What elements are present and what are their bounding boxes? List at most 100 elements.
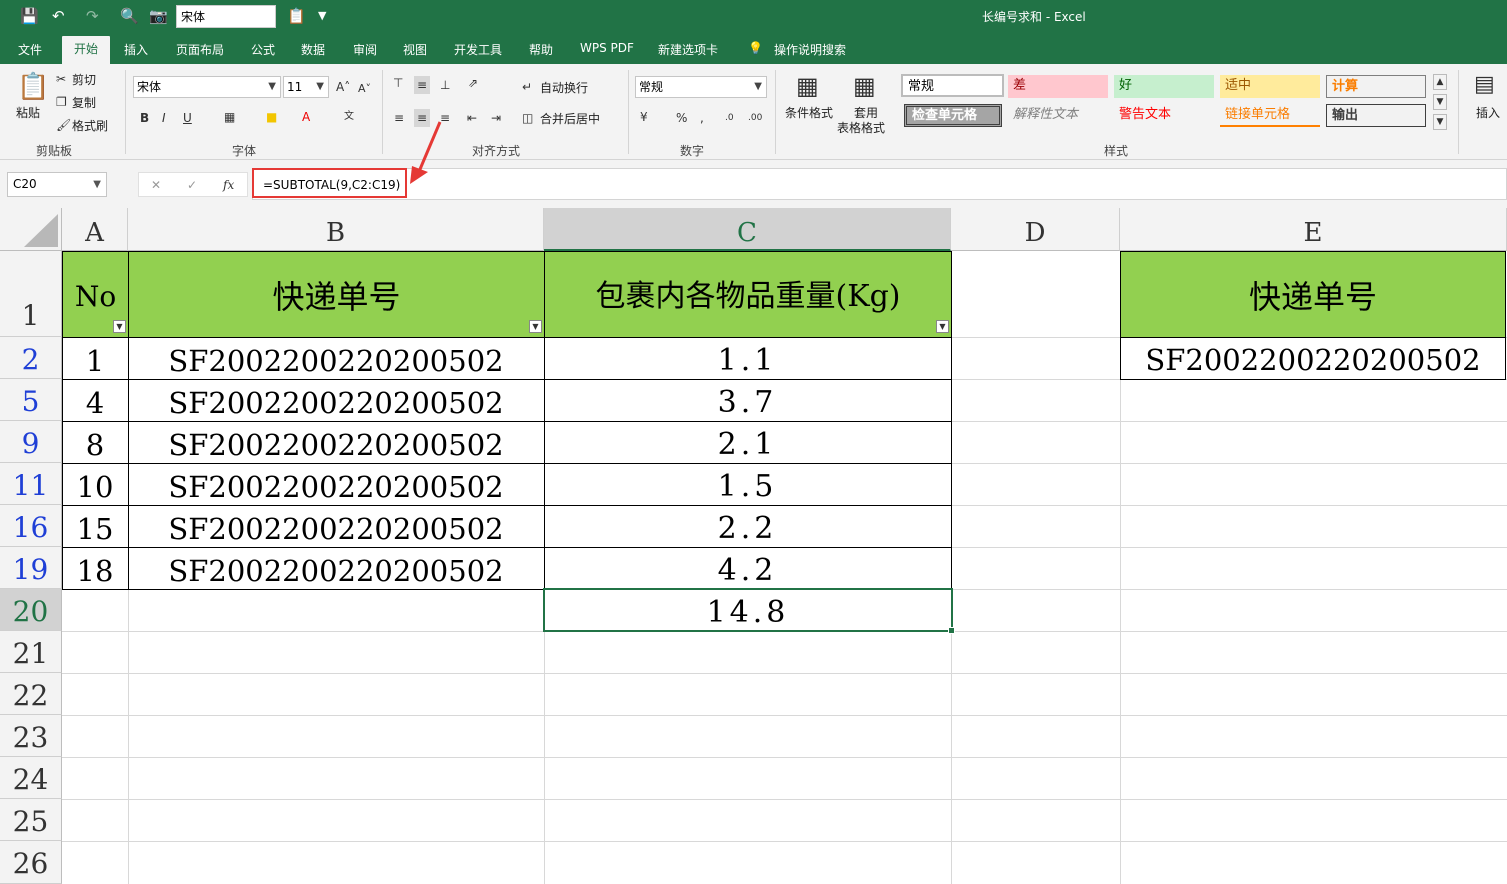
save-icon[interactable]: 💾 [20, 6, 39, 26]
align-middle-icon[interactable]: ≡ [414, 76, 431, 94]
increase-indent-icon[interactable]: ⇥ [491, 111, 501, 125]
style-warning[interactable]: 警告文本 [1114, 104, 1214, 127]
styles-more-icon[interactable]: ▼ [1433, 114, 1447, 130]
cut-icon[interactable]: ✂ [56, 72, 66, 86]
no-cell[interactable]: 1 [62, 337, 128, 379]
comma-icon[interactable]: , [700, 111, 704, 125]
redo-icon[interactable]: ↷ [86, 6, 99, 26]
row-header-11[interactable]: 11 [0, 463, 62, 505]
filter-active-icon[interactable]: ▼ [529, 320, 542, 333]
percent-icon[interactable]: % [676, 111, 687, 125]
insert-function-icon[interactable]: fx [223, 178, 234, 192]
name-box[interactable]: C20 ▼ [7, 172, 107, 197]
font-color-icon[interactable]: A [302, 110, 310, 124]
tracking-cell[interactable]: SF2002200220200502 [128, 421, 544, 463]
format-painter-icon[interactable]: 🖌 [56, 118, 71, 132]
table-format-icon[interactable]: ▦ [853, 72, 876, 100]
weight-cell[interactable]: 2.2 [544, 505, 951, 547]
copy-icon[interactable]: ❐ [56, 95, 67, 109]
total-cell-c20[interactable]: 14.8 [543, 588, 953, 632]
insert-cells-icon[interactable]: ▤ [1474, 72, 1495, 98]
style-check-cell[interactable]: 检查单元格 [904, 104, 1002, 127]
header-cell-tracking[interactable]: 快递单号 [128, 251, 545, 338]
row-header-19[interactable]: 19 [0, 547, 62, 589]
tracking-cell[interactable]: SF2002200220200502 [128, 505, 544, 547]
weight-cell[interactable]: 2.1 [544, 421, 951, 463]
tab-formulas[interactable]: 公式 [251, 41, 275, 58]
border-icon[interactable]: ▦ [224, 110, 235, 124]
row-header-2[interactable]: 2 [0, 337, 62, 379]
underline-button[interactable]: U [183, 111, 192, 125]
currency-icon[interactable]: ¥ [640, 110, 648, 124]
table-format-line1[interactable]: 套用 [854, 106, 878, 120]
camera-icon[interactable]: 📷 [149, 6, 168, 26]
increase-decimal-icon[interactable]: .0 [725, 111, 734, 125]
filter-dropdown-icon[interactable]: ▼ [936, 320, 949, 333]
italic-button[interactable]: I [162, 111, 166, 125]
style-explanatory[interactable]: 解释性文本 [1008, 104, 1108, 127]
e2-cell[interactable]: SF2002200220200502 [1120, 337, 1506, 380]
customize-toolbar-icon[interactable]: ▼ [318, 6, 326, 26]
row-header-16[interactable]: 16 [0, 505, 62, 547]
header-cell-e-tracking[interactable]: 快递单号 [1120, 251, 1506, 338]
row-header-5[interactable]: 5 [0, 379, 62, 421]
tab-data[interactable]: 数据 [301, 41, 325, 58]
row-header-1[interactable]: 1 [0, 251, 62, 337]
row-header-26[interactable]: 26 [0, 841, 62, 884]
tab-view[interactable]: 视图 [403, 41, 427, 58]
wrap-text-icon[interactable]: ↵ [522, 80, 532, 94]
row-header-9[interactable]: 9 [0, 421, 62, 463]
font-name-select[interactable]: 宋体 ▼ [133, 76, 281, 98]
style-good[interactable]: 好 [1114, 75, 1214, 98]
row-header-23[interactable]: 23 [0, 715, 62, 757]
style-bad[interactable]: 差 [1008, 75, 1108, 98]
print-preview-icon[interactable]: 🔍 [120, 6, 139, 26]
phonetic-icon[interactable]: 文 [344, 110, 354, 124]
column-header-b[interactable]: B [128, 208, 544, 251]
paste-icon[interactable]: 📋 [17, 72, 49, 102]
shrink-font-icon[interactable]: A˅ [358, 82, 371, 96]
no-cell[interactable]: 10 [62, 463, 128, 505]
tab-help[interactable]: 帮助 [529, 41, 553, 58]
tab-wps-pdf[interactable]: WPS PDF [580, 41, 634, 55]
column-header-c[interactable]: C [544, 208, 951, 251]
grow-font-icon[interactable]: A˄ [336, 80, 350, 94]
column-header-e[interactable]: E [1120, 208, 1507, 251]
style-linked-cell[interactable]: 链接单元格 [1220, 104, 1320, 127]
style-output[interactable]: 输出 [1326, 104, 1426, 127]
merge-center-button[interactable]: 合并后居中 [540, 112, 600, 126]
tab-home[interactable]: 开始 [62, 36, 111, 64]
header-cell-weight[interactable]: 包裹内各物品重量(Kg) [544, 251, 952, 338]
column-header-d[interactable]: D [951, 208, 1120, 251]
orientation-icon[interactable]: ⇗ [468, 76, 478, 90]
format-painter-button[interactable]: 格式刷 [72, 119, 108, 133]
cancel-icon[interactable]: ✕ [151, 178, 161, 192]
tracking-cell[interactable]: SF2002200220200502 [128, 337, 544, 379]
align-bottom-icon[interactable]: ⊥ [440, 78, 450, 92]
style-neutral[interactable]: 适中 [1220, 75, 1320, 98]
select-all-corner[interactable] [0, 208, 62, 251]
cut-button[interactable]: 剪切 [72, 73, 96, 87]
row-header-21[interactable]: 21 [0, 631, 62, 673]
tell-me-search[interactable]: 操作说明搜索 [774, 41, 846, 58]
undo-icon[interactable]: ↶ [52, 6, 65, 26]
column-header-a[interactable]: A [62, 208, 128, 251]
filter-dropdown-icon[interactable]: ▼ [113, 320, 126, 333]
paste-quick-icon[interactable]: 📋 [287, 6, 306, 26]
weight-cell[interactable]: 1.1 [544, 337, 951, 379]
style-calculation[interactable]: 计算 [1326, 75, 1426, 98]
enter-icon[interactable]: ✓ [187, 178, 197, 192]
conditional-format-icon[interactable]: ▦ [796, 72, 819, 100]
conditional-format-button[interactable]: 条件格式 [785, 106, 833, 120]
no-cell[interactable]: 15 [62, 505, 128, 547]
decrease-indent-icon[interactable]: ⇤ [467, 111, 477, 125]
tracking-cell[interactable]: SF2002200220200502 [128, 547, 544, 589]
row-header-24[interactable]: 24 [0, 757, 62, 799]
insert-cells-button[interactable]: 插入 [1476, 106, 1500, 120]
weight-cell[interactable]: 4.2 [544, 547, 951, 589]
row-header-20[interactable]: 20 [0, 589, 62, 631]
merge-center-icon[interactable]: ◫ [522, 111, 533, 125]
styles-scroll-up-icon[interactable]: ▲ [1433, 74, 1447, 90]
tab-developer[interactable]: 开发工具 [454, 41, 502, 58]
tab-review[interactable]: 审阅 [353, 41, 377, 58]
